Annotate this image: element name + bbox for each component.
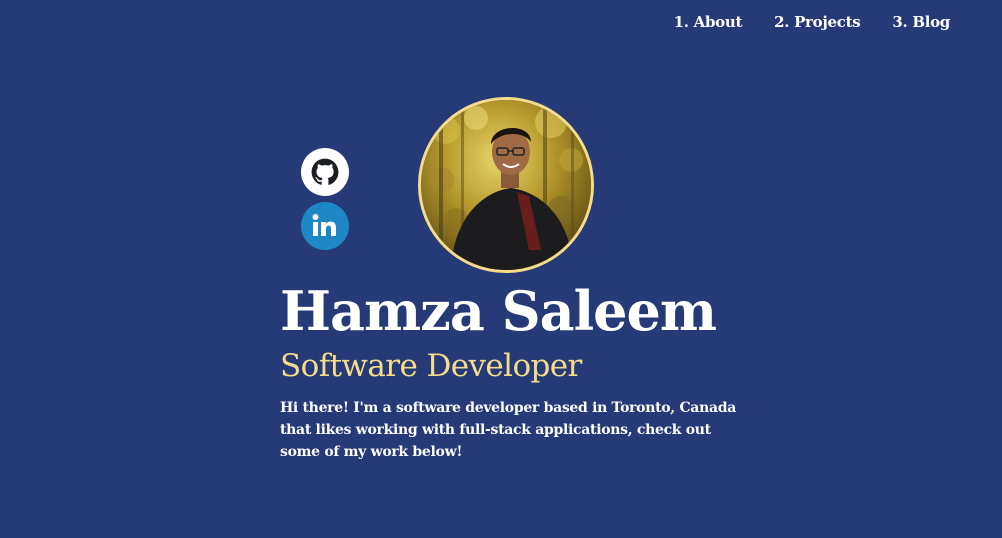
nav-link-blog[interactable]: 3. Blog: [892, 13, 950, 31]
top-nav: 1. About 2. Projects 3. Blog: [674, 13, 951, 31]
avatar: [418, 97, 594, 273]
hero-role: Software Developer: [280, 348, 582, 384]
page: 1. About 2. Projects 3. Blog Hamza Salee…: [0, 0, 1002, 538]
linkedin-link[interactable]: [301, 202, 349, 250]
hero-name: Hamza Saleem: [280, 279, 717, 343]
github-icon: [311, 158, 339, 185]
profile-photo: [421, 100, 591, 270]
nav-link-about[interactable]: 1. About: [674, 13, 743, 31]
nav-link-projects[interactable]: 2. Projects: [774, 13, 861, 31]
github-link[interactable]: [301, 148, 349, 196]
hero-bio: Hi there! I'm a software developer based…: [280, 400, 736, 460]
social-links: [301, 148, 349, 250]
linkedin-icon: [312, 214, 336, 236]
